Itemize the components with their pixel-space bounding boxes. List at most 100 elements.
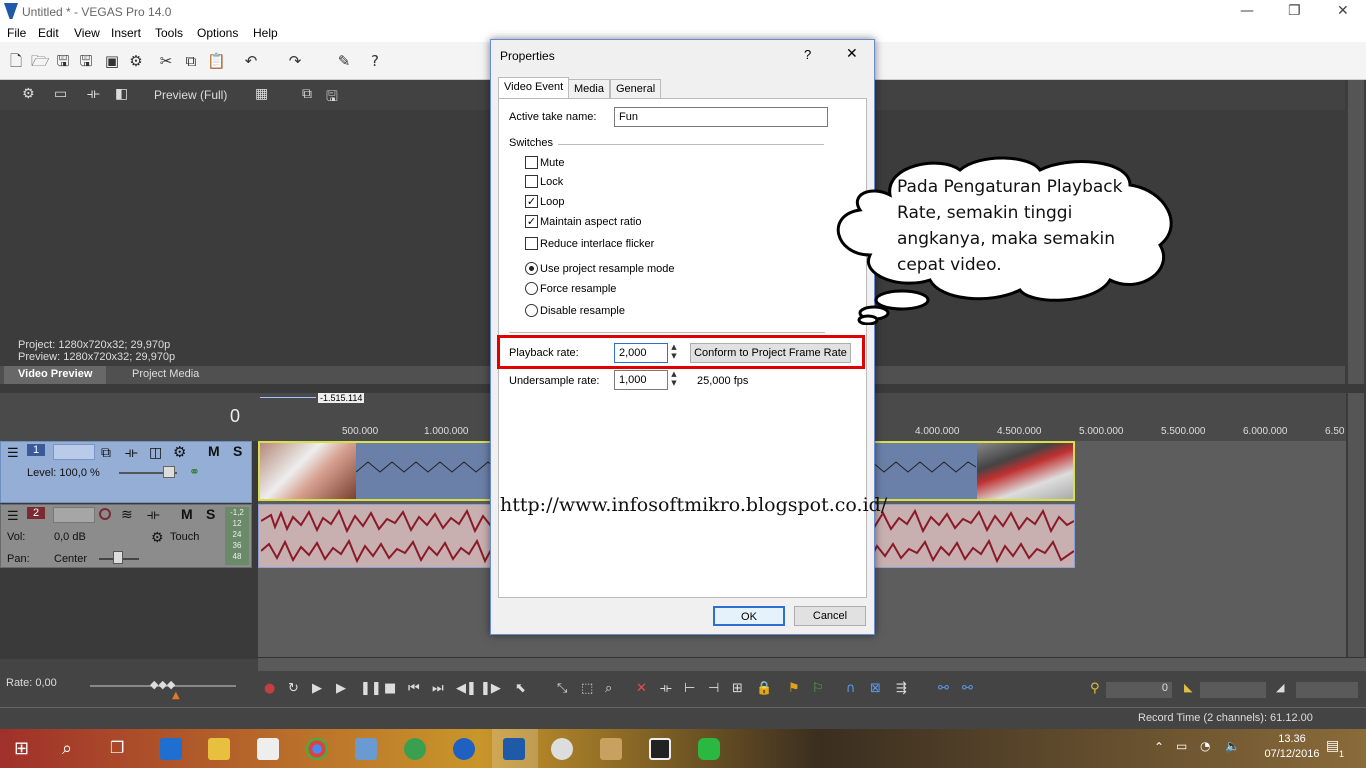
- search-icon[interactable]: ⌕: [62, 738, 84, 760]
- preview-properties-gear-icon[interactable]: ⚙: [22, 86, 35, 102]
- track-collapse-icon[interactable]: ☰: [7, 508, 19, 524]
- delete-icon[interactable]: ✕: [636, 681, 647, 696]
- tab-project-media[interactable]: Project Media: [118, 366, 213, 384]
- arm-record-icon[interactable]: [99, 508, 111, 520]
- trim-end-icon[interactable]: ⊣: [708, 681, 719, 696]
- selection-tool-icon[interactable]: ⬚: [581, 681, 593, 696]
- render-icon[interactable]: ▣: [104, 53, 120, 69]
- chevron-up-icon[interactable]: ⌃: [1154, 740, 1164, 754]
- gear-icon[interactable]: ⚙: [128, 53, 144, 69]
- snapping-icon[interactable]: ∩: [846, 681, 856, 696]
- grid-icon[interactable]: ▦: [255, 86, 268, 102]
- video-track-header[interactable]: ☰ 1 ⧉ ⟛ ◫ ⚙ M S Level: 100,0 % ⚭: [0, 441, 252, 503]
- menu-view[interactable]: View: [74, 26, 100, 40]
- close-icon[interactable]: ✕: [1337, 3, 1349, 19]
- menu-file[interactable]: File: [7, 26, 26, 40]
- automation-gear-icon[interactable]: ⚙: [151, 529, 164, 546]
- tab-video-preview[interactable]: Video Preview: [4, 366, 107, 384]
- volume-icon[interactable]: 🔈: [1225, 739, 1240, 753]
- go-to-end-icon[interactable]: ⏭: [432, 681, 444, 696]
- line-app-icon[interactable]: [698, 738, 720, 760]
- browser-app-icon[interactable]: [453, 738, 475, 760]
- mute-button[interactable]: M: [181, 506, 193, 522]
- vegas-app-icon[interactable]: [503, 738, 525, 760]
- normal-edit-tool-icon[interactable]: ⬉: [515, 681, 526, 696]
- minimize-icon[interactable]: —: [1240, 3, 1254, 19]
- next-frame-icon[interactable]: ❚▶: [480, 681, 501, 696]
- new-file-icon[interactable]: 🗋: [8, 53, 24, 69]
- cursor-time-field[interactable]: 0: [1106, 682, 1172, 698]
- track-motion-icon[interactable]: ⧉: [101, 444, 111, 461]
- use-project-resample-radio[interactable]: [525, 262, 538, 275]
- dialog-help-button[interactable]: ?: [804, 47, 811, 62]
- play-icon[interactable]: ▶: [336, 681, 346, 696]
- save-icon[interactable]: 🖫: [55, 53, 71, 69]
- ignore-grouping-icon[interactable]: ⚯: [962, 681, 973, 696]
- overlay-icon[interactable]: ◧: [115, 86, 128, 102]
- whats-this-help-icon[interactable]: ?: [367, 53, 383, 69]
- pan-slider-thumb[interactable]: [113, 551, 123, 564]
- battery-icon[interactable]: ▭: [1176, 739, 1187, 753]
- virtualbox-icon[interactable]: [355, 738, 377, 760]
- disable-resample-radio[interactable]: [525, 304, 538, 317]
- menu-edit[interactable]: Edit: [38, 26, 59, 40]
- pause-icon[interactable]: ❚❚: [360, 681, 382, 696]
- track-name-field[interactable]: [53, 444, 95, 460]
- task-view-icon[interactable]: ❐: [110, 738, 132, 760]
- timeline-horizontal-scrollbar[interactable]: [258, 657, 1366, 671]
- store-icon[interactable]: [257, 738, 279, 760]
- invert-phase-icon[interactable]: ≋: [121, 506, 133, 523]
- redo-icon[interactable]: ↷: [287, 53, 303, 69]
- external-monitor-icon[interactable]: ▭: [54, 86, 67, 102]
- zoom-tool-icon[interactable]: ⌕: [605, 681, 612, 696]
- menu-options[interactable]: Options: [197, 26, 238, 40]
- record-icon[interactable]: ●: [264, 681, 275, 696]
- dialog-close-button[interactable]: ✕: [846, 46, 858, 62]
- active-take-name-field[interactable]: Fun: [614, 107, 828, 127]
- track-fx-icon[interactable]: ⟛: [147, 506, 160, 523]
- envelope-tool-icon[interactable]: ⤡: [557, 681, 567, 696]
- paint-app-icon[interactable]: [551, 738, 573, 760]
- force-resample-radio[interactable]: [525, 282, 538, 295]
- trim-icon[interactable]: ⟛: [660, 681, 672, 696]
- clock[interactable]: 13.36 07/12/2016: [1262, 732, 1322, 762]
- edge-browser-icon[interactable]: [160, 738, 182, 760]
- open-folder-icon[interactable]: 🗁: [31, 53, 50, 69]
- compositing-mode-icon[interactable]: ◫: [149, 444, 162, 461]
- paste-icon[interactable]: 📋: [207, 53, 226, 69]
- split-icon[interactable]: ⊞: [732, 681, 743, 696]
- lock-checkbox[interactable]: [525, 175, 538, 188]
- globe-app-icon[interactable]: [404, 738, 426, 760]
- tab-general[interactable]: General: [610, 79, 662, 99]
- go-to-start-icon[interactable]: ⏮: [408, 681, 420, 696]
- loop-checkbox[interactable]: ✓: [525, 195, 538, 208]
- selection-length-field[interactable]: [1296, 682, 1358, 698]
- loop-region-bar[interactable]: [260, 397, 316, 398]
- maintain-aspect-ratio-checkbox[interactable]: ✓: [525, 215, 538, 228]
- loop-playback-icon[interactable]: ↻: [288, 681, 299, 696]
- menu-help[interactable]: Help: [253, 26, 278, 40]
- lock-envelopes-icon[interactable]: ⚯: [938, 681, 949, 696]
- split-screen-icon[interactable]: ⟛: [87, 86, 100, 102]
- preview-quality-dropdown[interactable]: Preview (Full): [154, 88, 227, 102]
- automation-gear-icon[interactable]: ⚙: [173, 443, 186, 461]
- level-slider-thumb[interactable]: [163, 466, 175, 478]
- auto-crossfade-icon[interactable]: ⊠: [870, 681, 881, 696]
- preview-scrollbar[interactable]: [1348, 80, 1364, 384]
- track-name-field[interactable]: [53, 507, 95, 523]
- undersample-rate-field[interactable]: 1,000: [614, 370, 668, 390]
- edit-tool-icon[interactable]: ✎: [336, 53, 352, 69]
- lock-icon[interactable]: 🔒: [756, 681, 772, 696]
- menu-insert[interactable]: Insert: [111, 26, 141, 40]
- play-from-start-icon[interactable]: ▶: [312, 681, 322, 696]
- track-collapse-icon[interactable]: ☰: [7, 445, 19, 461]
- audio-track-header[interactable]: ☰ 2 ≋ ⟛ M S Vol: 0,0 dB ⚙ Touch Pan: Cen…: [0, 504, 252, 568]
- copy-snapshot-icon[interactable]: ⧉: [302, 86, 312, 102]
- marker-icon[interactable]: ⚑: [788, 681, 800, 696]
- file-explorer-icon[interactable]: [208, 738, 230, 760]
- maximize-icon[interactable]: ❐: [1288, 3, 1301, 19]
- selection-start-field[interactable]: [1200, 682, 1266, 698]
- tab-video-event[interactable]: Video Event: [498, 77, 570, 99]
- cancel-button[interactable]: Cancel: [794, 606, 866, 626]
- menu-tools[interactable]: Tools: [155, 26, 183, 40]
